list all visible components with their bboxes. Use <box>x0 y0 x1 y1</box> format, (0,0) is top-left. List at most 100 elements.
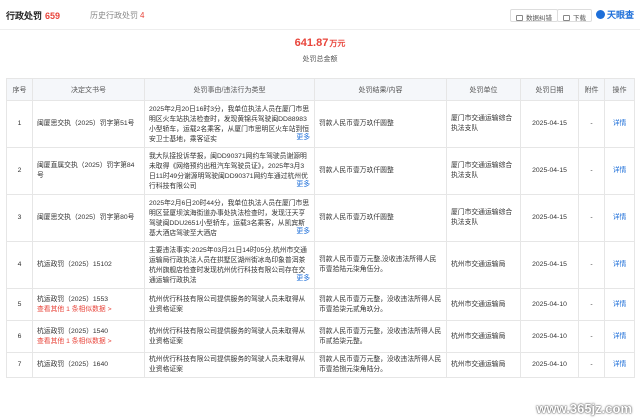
data-error-label: 数据纠错 <box>526 15 552 22</box>
table-row: 1 闽厦思交执（2025）罚字第51号 2025年2月20日16时3分，我单位执… <box>6 100 635 148</box>
penalty-summary: 641.87万元 处罚总金额 <box>0 30 640 78</box>
detail-link[interactable]: 详情 <box>604 100 635 148</box>
row-attach: - <box>578 352 605 378</box>
table-row: 6 杭运政罚（2025）1540 查看其他 1 条相似数据 > 杭州优行科技有限公… <box>6 320 635 353</box>
row-reason: 主要违法事实:2025年03月21日14时05分,杭州市交通运输局行政执法人员在… <box>144 241 315 289</box>
table-row: 3 闽厦思交执（2025）罚字第80号 2025年2月6日20时44分，我单位执… <box>6 194 635 242</box>
row-doc: 杭运政罚（2025）1553 查看其他 1 条相似数据 > <box>32 288 145 321</box>
more-link[interactable]: 更多 <box>294 133 310 143</box>
detail-link[interactable]: 详情 <box>604 288 635 321</box>
tab-history-penalty-count: 4 <box>140 11 145 20</box>
row-reason-text: 2025年2月20日16时3分，我单位执法人员在厦门市思明区火车站执法检查时，发… <box>149 106 310 143</box>
row-result: 罚款人民币壹万玖仟圆整 <box>314 100 447 148</box>
more-link[interactable]: 更多 <box>294 274 310 284</box>
row-no: 1 <box>6 100 33 148</box>
detail-link[interactable]: 详情 <box>604 241 635 289</box>
top-bar: 行政处罚 659 历史行政处罚 4 数据纠错 下载 天眼查 <box>0 0 640 30</box>
row-attach: - <box>578 194 605 242</box>
row-date: 2025-04-15 <box>520 100 579 148</box>
row-date: 2025-04-15 <box>520 194 579 242</box>
edit-icon <box>516 15 523 21</box>
row-doc-text: 杭运政罚（2025）1540 <box>37 327 109 335</box>
row-doc: 杭运政罚（2025）15102 <box>32 241 145 289</box>
tab-admin-penalty[interactable]: 行政处罚 659 <box>6 9 60 22</box>
row-authority: 厦门市交通运输综合执法支队 <box>446 194 521 242</box>
download-button[interactable]: 下载 <box>557 9 592 22</box>
row-attach: - <box>578 320 605 353</box>
tab-history-penalty-label: 历史行政处罚 <box>90 11 138 20</box>
row-authority: 杭州市交通运输局 <box>446 352 521 378</box>
row-reason: 杭州优行科技有限公司提供服务的驾驶人员未取得从业资格证案 <box>144 352 315 378</box>
table-row: 7 杭运政罚（2025）1640 杭州优行科技有限公司提供服务的驾驶人员未取得从… <box>6 352 635 378</box>
row-no: 7 <box>6 352 33 378</box>
row-doc: 闽厦思交执（2025）罚字第80号 <box>32 194 145 242</box>
watermark: www.365jz.com <box>536 401 632 416</box>
detail-link[interactable]: 详情 <box>604 352 635 378</box>
row-no: 6 <box>6 320 33 353</box>
row-no: 2 <box>6 147 33 195</box>
row-date: 2025-04-15 <box>520 241 579 289</box>
row-authority: 厦门市交通运输综合执法支队 <box>446 100 521 148</box>
total-amount: 641.87万元 <box>0 37 640 49</box>
total-amount-label: 处罚总金额 <box>302 56 338 63</box>
row-no: 4 <box>6 241 33 289</box>
col-authority: 处罚单位 <box>446 78 521 101</box>
download-label: 下载 <box>573 15 586 22</box>
row-authority: 杭州市交通运输局 <box>446 288 521 321</box>
row-reason-text: 主要违法事实:2025年03月21日14时05分,杭州市交通运输局行政执法人员在… <box>149 247 307 284</box>
download-icon <box>563 15 570 21</box>
row-result: 罚款人民币壹万玖仟圆整 <box>314 194 447 242</box>
more-link[interactable]: 更多 <box>294 227 310 237</box>
row-result: 罚款人民币壹万元整，没收违法所得人民币贰拾柒元整。 <box>314 320 447 353</box>
row-result: 罚款人民币壹万玖仟圆整 <box>314 147 447 195</box>
row-doc-text: 杭运政罚（2025）1553 <box>37 295 109 303</box>
row-reason-text: 我大队接投诉举报，闽DD90371网约车驾驶员谢源明未取得《网络预约出租汽车驾驶… <box>149 153 308 190</box>
row-attach: - <box>578 100 605 148</box>
brand-logo: 天眼查 <box>596 8 634 21</box>
detail-link[interactable]: 详情 <box>604 320 635 353</box>
row-date: 2025-04-15 <box>520 147 579 195</box>
row-date: 2025-04-10 <box>520 352 579 378</box>
row-reason: 我大队接投诉举报，闽DD90371网约车驾驶员谢源明未取得《网络预约出租汽车驾驶… <box>144 147 315 195</box>
row-result: 罚款人民币壹万元整，没收违法所得人民币壹拾柒元贰角玖分。 <box>314 288 447 321</box>
row-no: 3 <box>6 194 33 242</box>
row-attach: - <box>578 147 605 195</box>
row-reason-text: 2025年2月6日20时44分，我单位执法人员在厦门市思明区营厦坝滨海街道办事处… <box>149 200 310 237</box>
row-doc: 杭运政罚（2025）1640 <box>32 352 145 378</box>
brand-name: 天眼查 <box>607 10 635 20</box>
detail-link[interactable]: 详情 <box>604 194 635 242</box>
row-authority: 厦门市交通运输综合执法支队 <box>446 147 521 195</box>
row-reason: 杭州优行科技有限公司提供服务的驾驶人员未取得从业资格证案 <box>144 288 315 321</box>
table-row: 5 杭运政罚（2025）1553 查看其他 1 条相似数据 > 杭州优行科技有限公… <box>6 288 635 321</box>
similar-data-link[interactable]: 查看其他 1 条相似数据 > <box>37 305 140 315</box>
col-no: 序号 <box>6 78 33 101</box>
col-op: 操作 <box>604 78 635 101</box>
table-row: 2 闽厦直属交执（2025）罚字第84号 我大队接投诉举报，闽DD90371网约… <box>6 147 635 195</box>
data-error-button[interactable]: 数据纠错 <box>510 9 558 22</box>
more-link[interactable]: 更多 <box>294 180 310 190</box>
row-no: 5 <box>6 288 33 321</box>
row-result: 罚款人民币壹万元整，没收违法所得人民币壹拾捌元柒角陆分。 <box>314 352 447 378</box>
detail-link[interactable]: 详情 <box>604 147 635 195</box>
row-attach: - <box>578 288 605 321</box>
tab-admin-penalty-label: 行政处罚 <box>6 11 43 21</box>
col-reason: 处罚事由/违法行为类型 <box>144 78 315 101</box>
row-reason: 杭州优行科技有限公司提供服务的驾驶人员未取得从业资格证案 <box>144 320 315 353</box>
row-reason: 2025年2月20日16时3分，我单位执法人员在厦门市思明区火车站执法检查时，发… <box>144 100 315 148</box>
table-row: 4 杭运政罚（2025）15102 主要违法事实:2025年03月21日14时0… <box>6 241 635 289</box>
total-amount-unit: 万元 <box>329 39 346 48</box>
row-date: 2025-04-10 <box>520 320 579 353</box>
table-header: 序号 决定文书号 处罚事由/违法行为类型 处罚结果/内容 处罚单位 处罚日期 附… <box>6 78 635 101</box>
row-reason: 2025年2月6日20时44分，我单位执法人员在厦门市思明区营厦坝滨海街道办事处… <box>144 194 315 242</box>
row-authority: 杭州市交通运输局 <box>446 320 521 353</box>
row-result: 罚款人民币壹万元整,没收违法所得人民币壹拾陆元柒角伍分。 <box>314 241 447 289</box>
row-date: 2025-04-10 <box>520 288 579 321</box>
row-doc: 闽厦思交执（2025）罚字第51号 <box>32 100 145 148</box>
row-attach: - <box>578 241 605 289</box>
similar-data-link[interactable]: 查看其他 1 条相似数据 > <box>37 337 140 347</box>
row-doc: 杭运政罚（2025）1540 查看其他 1 条相似数据 > <box>32 320 145 353</box>
penalty-table: 序号 决定文书号 处罚事由/违法行为类型 处罚结果/内容 处罚单位 处罚日期 附… <box>6 78 635 378</box>
col-attach: 附件 <box>578 78 605 101</box>
col-result: 处罚结果/内容 <box>314 78 447 101</box>
tab-history-penalty[interactable]: 历史行政处罚 4 <box>90 10 144 21</box>
